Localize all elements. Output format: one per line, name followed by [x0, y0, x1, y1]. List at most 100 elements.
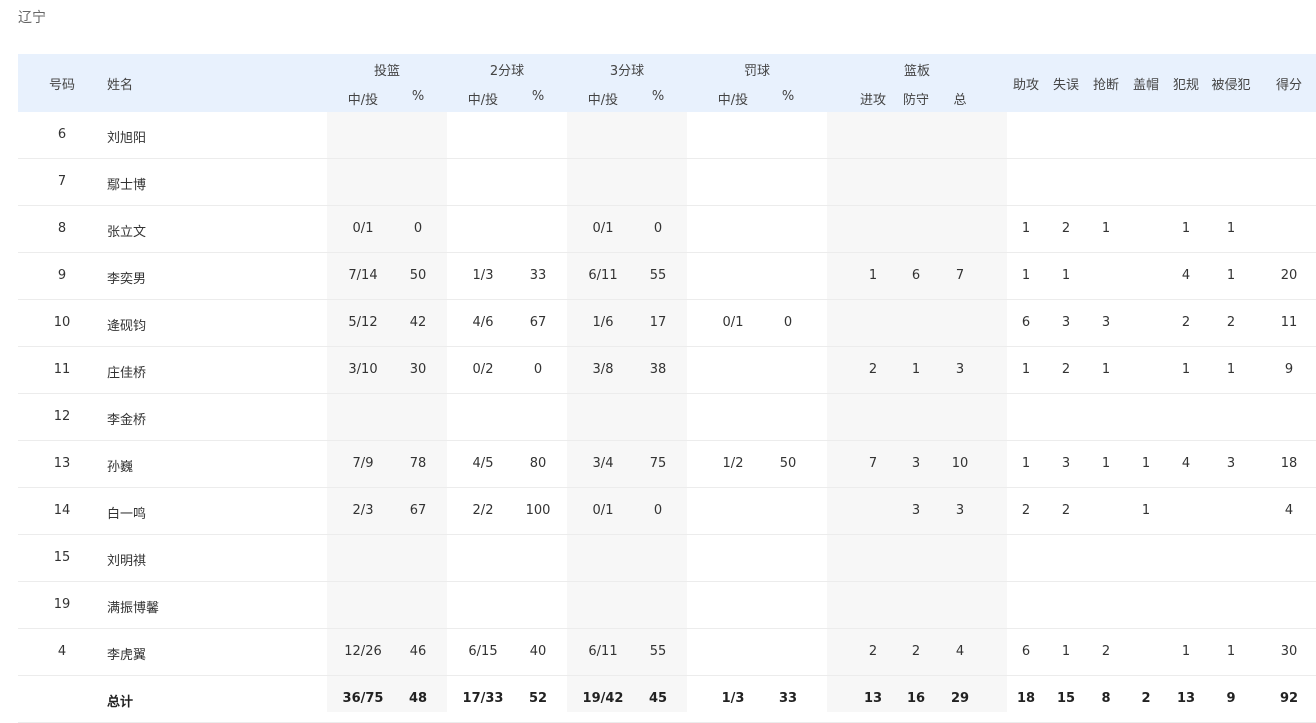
player-name: 孙巍 [107, 460, 134, 475]
player-number: 9 [57, 268, 67, 283]
fg-pct: 67 [409, 503, 427, 518]
fg-pct: 0 [413, 221, 423, 236]
two-pt-pct: 100 [525, 503, 551, 518]
offensive-rebounds: 7 [868, 456, 878, 471]
two-pt-made-att: 2/2 [472, 503, 494, 518]
assists: 18 [1016, 691, 1036, 706]
team-name: 辽宁 [18, 10, 46, 26]
blocks: 1 [1141, 503, 1151, 518]
points: 18 [1280, 456, 1298, 471]
player-number: 13 [53, 456, 71, 471]
assists: 1 [1021, 268, 1031, 283]
table-row: 19 满振博馨 [18, 582, 1316, 629]
fouls: 4 [1181, 456, 1191, 471]
assists: 6 [1021, 315, 1031, 330]
player-number: 7 [57, 174, 67, 189]
three-pt-pct: 0 [653, 221, 663, 236]
fg-made-att: 36/75 [342, 691, 384, 706]
total-rebounds: 4 [955, 644, 965, 659]
total-rebounds: 7 [955, 268, 965, 283]
header-fouls: 犯规 [1172, 78, 1200, 93]
header-3p-made-att: 中/投 [587, 93, 619, 108]
fouled: 1 [1226, 221, 1236, 236]
three-pt-pct: 75 [649, 456, 667, 471]
fouled: 1 [1226, 362, 1236, 377]
turnovers: 1 [1061, 268, 1071, 283]
fg-made-att: 12/26 [344, 644, 382, 659]
fouls: 1 [1181, 644, 1191, 659]
two-pt-made-att: 6/15 [468, 644, 498, 659]
total-rebounds: 29 [950, 691, 970, 706]
three-pt-made-att: 6/11 [588, 268, 618, 283]
fg-made-att: 3/10 [348, 362, 378, 377]
fg-made-att: 7/9 [352, 456, 374, 471]
fouls: 1 [1181, 221, 1191, 236]
header-number: 号码 [48, 78, 76, 93]
table-row: 4 李虎翼 12/26 46 6/15 40 6/11 55 2 2 4 6 1 2 1 1 30 [18, 629, 1316, 676]
steals: 1 [1101, 456, 1111, 471]
turnovers: 2 [1061, 362, 1071, 377]
header-defensive: 防守 [902, 93, 930, 108]
fg-pct: 78 [409, 456, 427, 471]
fg-pct: 42 [409, 315, 427, 330]
ft-pct: 33 [778, 691, 798, 706]
offensive-rebounds: 2 [868, 362, 878, 377]
header-fouled: 被侵犯 [1211, 78, 1251, 93]
offensive-rebounds: 2 [868, 644, 878, 659]
header-fg-made-att: 中/投 [347, 93, 379, 108]
assists: 2 [1021, 503, 1031, 518]
player-name: 满振博馨 [107, 601, 160, 616]
total-rebounds: 3 [955, 362, 965, 377]
assists: 1 [1021, 362, 1031, 377]
defensive-rebounds: 2 [911, 644, 921, 659]
ft-made-att: 1/2 [722, 456, 744, 471]
offensive-rebounds: 1 [868, 268, 878, 283]
player-number: 19 [53, 597, 71, 612]
steals: 1 [1101, 362, 1111, 377]
player-number: 6 [57, 127, 67, 142]
defensive-rebounds: 6 [911, 268, 921, 283]
defensive-rebounds: 3 [911, 503, 921, 518]
header-turnovers: 失误 [1052, 78, 1080, 93]
table-row: 7 鄢士博 [18, 159, 1316, 206]
table-header: 号码 姓名 投篮 2分球 3分球 罚球 篮板 中/投 % 中/投 % 中/投 %… [18, 54, 1316, 112]
two-pt-pct: 67 [529, 315, 547, 330]
player-name: 白一鸣 [107, 507, 147, 522]
three-pt-pct: 38 [649, 362, 667, 377]
fg-pct: 46 [409, 644, 427, 659]
three-pt-pct: 55 [649, 268, 667, 283]
table-row: 10 逄砚钧 5/12 42 4/6 67 1/6 17 0/1 0 6 3 3 2 2 11 [18, 300, 1316, 347]
three-pt-pct: 55 [649, 644, 667, 659]
steals: 3 [1101, 315, 1111, 330]
points: 92 [1279, 691, 1299, 706]
header-shooting: 投篮 [373, 64, 401, 79]
player-number: 14 [53, 503, 71, 518]
player-number: 15 [53, 550, 71, 565]
header-2p-made-att: 中/投 [467, 93, 499, 108]
header-three-pt: 3分球 [609, 64, 645, 79]
turnovers: 2 [1061, 221, 1071, 236]
player-name: 刘旭阳 [107, 131, 147, 146]
player-name: 李金桥 [107, 413, 147, 428]
fg-made-att: 5/12 [348, 315, 378, 330]
header-free-throw: 罚球 [743, 64, 771, 79]
total-rebounds: 3 [955, 503, 965, 518]
table-row: 15 刘明祺 [18, 535, 1316, 582]
fg-pct: 50 [409, 268, 427, 283]
player-number: 11 [53, 362, 71, 377]
three-pt-made-att: 3/4 [592, 456, 614, 471]
fouled: 3 [1226, 456, 1236, 471]
points: 11 [1280, 315, 1298, 330]
player-name: 张立文 [107, 225, 147, 240]
fouls: 2 [1181, 315, 1191, 330]
player-name: 李奕男 [107, 272, 147, 287]
defensive-rebounds: 3 [911, 456, 921, 471]
player-name: 李虎翼 [107, 648, 147, 663]
turnovers: 1 [1061, 644, 1071, 659]
turnovers: 2 [1061, 503, 1071, 518]
fg-pct: 48 [408, 691, 428, 706]
header-blocks: 盖帽 [1132, 78, 1160, 93]
fg-made-att: 7/14 [348, 268, 378, 283]
two-pt-made-att: 4/5 [472, 456, 494, 471]
table-row: 8 张立文 0/1 0 0/1 0 1 2 1 1 1 [18, 206, 1316, 253]
